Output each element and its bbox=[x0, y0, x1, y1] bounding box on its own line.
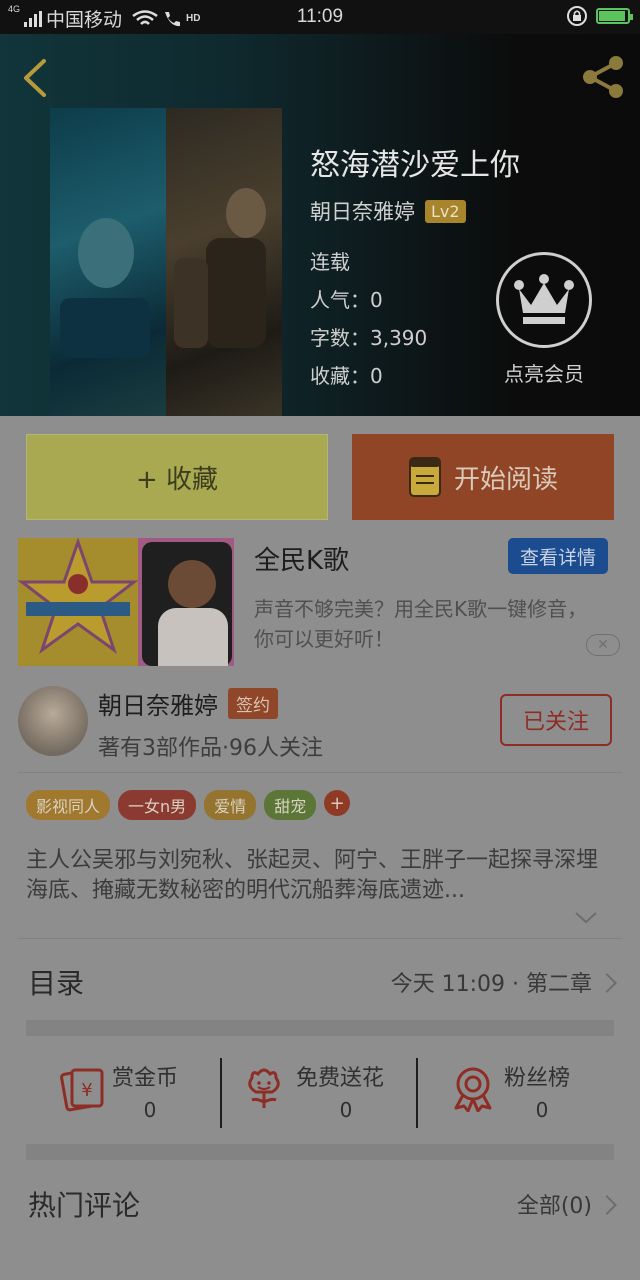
crown-icon bbox=[514, 274, 574, 324]
section-separator bbox=[26, 1020, 614, 1036]
rotation-lock-icon bbox=[567, 6, 587, 26]
chevron-right-icon bbox=[597, 973, 617, 993]
ad-close-button[interactable]: ✕ bbox=[586, 634, 620, 656]
reward-coins-count: 0 bbox=[143, 1098, 157, 1122]
follow-button[interactable]: 已关注 bbox=[500, 694, 612, 746]
star-graphic bbox=[18, 538, 138, 654]
section-separator bbox=[26, 1144, 614, 1160]
synopsis-text[interactable]: 主人公吴邪与刘宛秋、张起灵、阿宁、王胖子一起探寻深埋海底、掩藏无数秘密的明代沉船… bbox=[26, 846, 606, 906]
clock: 11:09 bbox=[296, 6, 344, 27]
vip-label: 点亮会员 bbox=[504, 362, 584, 386]
ad-banner: 全民K歌 查看详情 声音不够完美？用全民K歌一键修音，你可以更好听！ ✕ bbox=[0, 528, 640, 668]
vip-button[interactable]: 点亮会员 bbox=[493, 252, 595, 387]
popularity-stat: 人气：0 bbox=[310, 288, 383, 312]
start-reading-label: 开始阅读 bbox=[453, 464, 558, 495]
author-name: 朝日奈雅婷 bbox=[98, 692, 218, 720]
hot-comments-header: 热门评论 全部(0) bbox=[0, 1172, 640, 1262]
word-count-stat: 字数：3,390 bbox=[310, 326, 428, 350]
support-actions: ¥ 赏金币 0 免费送花 0 粉丝榜 0 bbox=[0, 1054, 640, 1144]
chevron-down-icon bbox=[575, 912, 597, 924]
toc-label: 目录 bbox=[28, 967, 85, 1000]
hot-comments-title: 热门评论 bbox=[28, 1189, 141, 1222]
table-of-contents-row[interactable]: 目录 今天 11:09 · 第二章 bbox=[0, 940, 640, 1024]
status-right bbox=[566, 5, 633, 27]
serial-status: 连载 bbox=[310, 250, 350, 274]
divider bbox=[18, 772, 622, 773]
tag-list: 影视同人 一女n男 爱情 甜宠 + bbox=[26, 790, 351, 820]
author-level-badge: Lv2 bbox=[425, 199, 466, 223]
book-title: 怒海潜沙爱上你 bbox=[310, 148, 520, 183]
send-flowers-label: 免费送花 bbox=[296, 1066, 385, 1091]
tag-item[interactable]: 爱情 bbox=[204, 790, 257, 820]
author-stats: 著有3部作品·96人关注 bbox=[98, 736, 323, 761]
fan-ranking-count: 0 bbox=[535, 1098, 549, 1122]
ad-title: 全民K歌 bbox=[254, 546, 350, 576]
medal-icon bbox=[454, 1067, 492, 1112]
reward-coins-button[interactable]: ¥ 赏金币 0 bbox=[58, 1054, 208, 1144]
status-bar: 4G 中国移动 HD 11:09 bbox=[0, 0, 640, 34]
send-flowers-count: 0 bbox=[339, 1098, 353, 1122]
tag-item[interactable]: 甜宠 bbox=[264, 790, 317, 820]
collect-button[interactable]: + 收藏 bbox=[26, 434, 328, 520]
book-cover[interactable] bbox=[50, 108, 282, 416]
tag-item[interactable]: 一女n男 bbox=[118, 790, 197, 820]
svg-text:¥: ¥ bbox=[81, 1080, 92, 1101]
signed-badge: 签约 bbox=[228, 688, 278, 719]
author-name-row: 朝日奈雅婷 签约 bbox=[98, 686, 278, 721]
back-button[interactable] bbox=[18, 58, 50, 98]
fan-ranking-button[interactable]: 粉丝榜 0 bbox=[452, 1054, 592, 1144]
send-flowers-button[interactable]: 免费送花 0 bbox=[244, 1054, 404, 1144]
share-button[interactable] bbox=[578, 52, 628, 102]
favorites-stat: 收藏：0 bbox=[310, 364, 383, 388]
book-detail-content: + 收藏 开始阅读 全民K歌 查看详情 声音不够完美？用全民K歌一键修音，你可以… bbox=[0, 416, 640, 1280]
author-avatar[interactable] bbox=[18, 686, 88, 756]
latest-chapter: 今天 11:09 · 第二章 bbox=[390, 972, 592, 997]
chevron-right-icon bbox=[597, 1195, 617, 1215]
start-reading-button[interactable]: 开始阅读 bbox=[352, 434, 614, 520]
share-icon bbox=[583, 56, 623, 98]
tag-item[interactable]: 影视同人 bbox=[26, 790, 111, 820]
red-envelope-icon: ¥ bbox=[60, 1068, 104, 1112]
cover-poster-left bbox=[50, 108, 166, 416]
book-author-row[interactable]: 朝日奈雅婷 Lv2 bbox=[310, 196, 466, 226]
ad-image[interactable] bbox=[18, 538, 234, 666]
battery-icon bbox=[596, 8, 633, 24]
fan-ranking-label: 粉丝榜 bbox=[504, 1066, 571, 1091]
close-icon: ✕ bbox=[597, 637, 609, 653]
flower-icon bbox=[248, 1068, 280, 1108]
author-card[interactable]: 朝日奈雅婷 签约 著有3部作品·96人关注 已关注 bbox=[0, 680, 640, 772]
divider bbox=[18, 938, 622, 939]
cover-poster-right bbox=[166, 108, 282, 416]
ad-detail-button[interactable]: 查看详情 bbox=[508, 538, 608, 574]
vertical-divider bbox=[416, 1058, 418, 1128]
ad-description: 声音不够完美？用全民K歌一键修音，你可以更好听！ bbox=[254, 597, 588, 651]
chevron-left-icon bbox=[24, 59, 46, 97]
book-icon bbox=[408, 457, 441, 497]
expand-synopsis-button[interactable] bbox=[574, 910, 598, 926]
more-tags-button[interactable]: + bbox=[324, 790, 351, 816]
vertical-divider bbox=[220, 1058, 222, 1128]
reward-coins-label: 赏金币 bbox=[112, 1066, 179, 1091]
all-comments-link[interactable]: 全部(0) bbox=[517, 1188, 592, 1220]
book-author-name: 朝日奈雅婷 bbox=[310, 200, 415, 224]
vip-circle bbox=[496, 252, 592, 348]
